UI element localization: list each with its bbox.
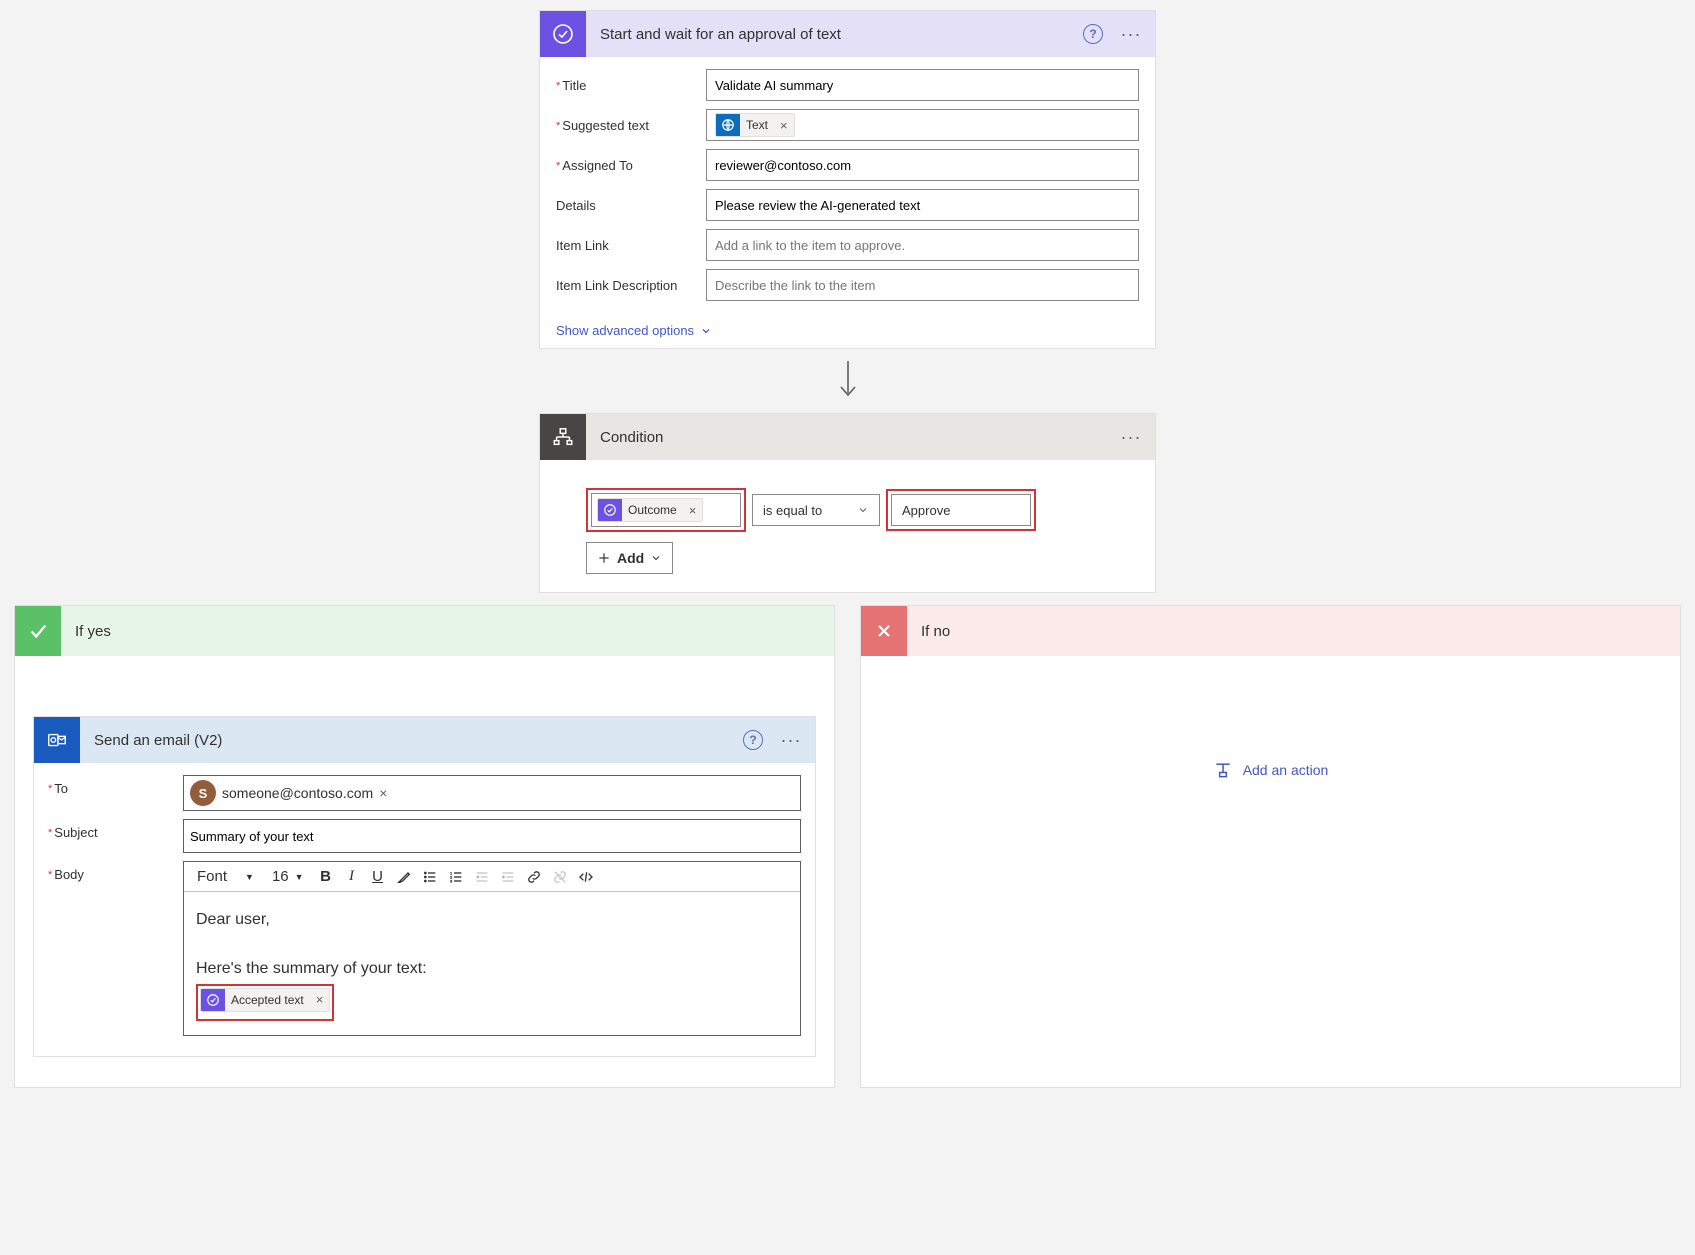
help-icon[interactable]: ? — [743, 730, 763, 750]
if-no-header[interactable]: If no — [861, 606, 1680, 656]
condition-icon — [540, 414, 586, 460]
outlook-icon — [34, 717, 80, 763]
email-body-label: Body — [48, 861, 183, 882]
approval-card: Start and wait for an approval of text ?… — [539, 10, 1156, 349]
email-to-label: To — [48, 775, 183, 796]
item-link-label: Item Link — [556, 238, 706, 253]
italic-icon[interactable]: I — [341, 866, 363, 888]
more-icon[interactable]: ··· — [777, 730, 805, 751]
avatar: S — [190, 780, 216, 806]
font-size-select[interactable]: 16▼ — [265, 867, 311, 886]
approval-icon — [598, 498, 622, 522]
if-no-branch: If no Add an action — [860, 605, 1681, 1088]
close-icon[interactable]: × — [774, 118, 794, 133]
close-icon[interactable]: × — [310, 989, 330, 1011]
bullet-list-icon[interactable] — [419, 866, 441, 888]
code-view-icon[interactable] — [575, 866, 597, 888]
details-label: Details — [556, 198, 706, 213]
indent-icon[interactable] — [497, 866, 519, 888]
email-body-content[interactable]: Dear user, Here's the summary of your te… — [184, 892, 800, 1035]
condition-operator-select[interactable]: is equal to — [752, 494, 880, 526]
add-action-button[interactable]: Add an action — [1213, 760, 1329, 780]
help-icon[interactable]: ? — [1083, 24, 1103, 44]
email-title: Send an email (V2) — [80, 732, 743, 749]
flow-arrow — [539, 349, 1156, 413]
approval-title: Start and wait for an approval of text — [586, 26, 1083, 43]
font-select[interactable]: Font▼ — [190, 867, 261, 886]
suggested-text-label: Suggested text — [556, 118, 706, 133]
chevron-down-icon — [857, 504, 869, 516]
close-icon[interactable]: × — [373, 785, 393, 801]
assigned-to-input[interactable] — [706, 149, 1139, 181]
approval-icon — [540, 11, 586, 57]
number-list-icon[interactable]: 123 — [445, 866, 467, 888]
plus-icon — [597, 551, 611, 565]
more-icon[interactable]: ··· — [1117, 24, 1145, 45]
if-yes-header[interactable]: If yes — [15, 606, 834, 656]
bold-icon[interactable]: B — [315, 866, 337, 888]
if-no-title: If no — [907, 623, 950, 640]
condition-left-highlight: Outcome × — [586, 488, 746, 532]
condition-card: Condition ··· Outcome × — [539, 413, 1156, 593]
condition-right-highlight: Approve — [886, 489, 1036, 531]
triangle-down-icon: ▼ — [245, 872, 254, 882]
accepted-text-token[interactable]: Accepted text × — [200, 988, 330, 1012]
condition-right-input[interactable]: Approve — [891, 494, 1031, 526]
email-header[interactable]: Send an email (V2) ? ··· — [34, 717, 815, 763]
chevron-down-icon — [700, 325, 712, 337]
close-icon — [861, 606, 907, 656]
unlink-icon[interactable] — [549, 866, 571, 888]
accepted-text-highlight: Accepted text × — [196, 984, 334, 1020]
contact-chip[interactable]: S someone@contoso.com × — [190, 780, 393, 806]
email-subject-input[interactable] — [183, 819, 801, 853]
approval-header[interactable]: Start and wait for an approval of text ?… — [540, 11, 1155, 57]
outdent-icon[interactable] — [471, 866, 493, 888]
globe-icon — [716, 113, 740, 137]
condition-header[interactable]: Condition ··· — [540, 414, 1155, 460]
email-card: Send an email (V2) ? ··· To S someone@co… — [33, 716, 816, 1057]
highlight-icon[interactable] — [393, 866, 415, 888]
arrow-down-icon — [837, 359, 859, 399]
assigned-to-label: Assigned To — [556, 158, 706, 173]
if-yes-title: If yes — [61, 623, 111, 640]
text-token[interactable]: Text × — [715, 113, 795, 137]
title-input[interactable] — [706, 69, 1139, 101]
add-condition-button[interactable]: Add — [586, 542, 673, 574]
triangle-down-icon: ▼ — [295, 872, 304, 882]
link-icon[interactable] — [523, 866, 545, 888]
check-icon — [15, 606, 61, 656]
condition-title: Condition — [586, 429, 1117, 446]
more-icon[interactable]: ··· — [1117, 427, 1145, 448]
if-yes-branch: If yes Send an email (V2) ? ··· To — [14, 605, 835, 1088]
details-input[interactable] — [706, 189, 1139, 221]
suggested-text-input[interactable]: Text × — [706, 109, 1139, 141]
email-subject-label: Subject — [48, 819, 183, 840]
outcome-token[interactable]: Outcome × — [597, 498, 703, 522]
rich-text-editor: Font▼ 16▼ B I U — [183, 861, 801, 1036]
item-link-desc-input[interactable] — [706, 269, 1139, 301]
item-link-desc-label: Item Link Description — [556, 278, 706, 293]
add-action-icon — [1213, 760, 1233, 780]
item-link-input[interactable] — [706, 229, 1139, 261]
title-label: Title — [556, 78, 706, 93]
approval-icon — [201, 988, 225, 1012]
underline-icon[interactable]: U — [367, 866, 389, 888]
email-to-input[interactable]: S someone@contoso.com × — [183, 775, 801, 811]
condition-left-input[interactable]: Outcome × — [591, 493, 741, 527]
chevron-down-icon — [650, 552, 662, 564]
svg-text:3: 3 — [450, 878, 453, 883]
close-icon[interactable]: × — [683, 503, 703, 518]
show-advanced-link[interactable]: Show advanced options — [540, 317, 1155, 348]
